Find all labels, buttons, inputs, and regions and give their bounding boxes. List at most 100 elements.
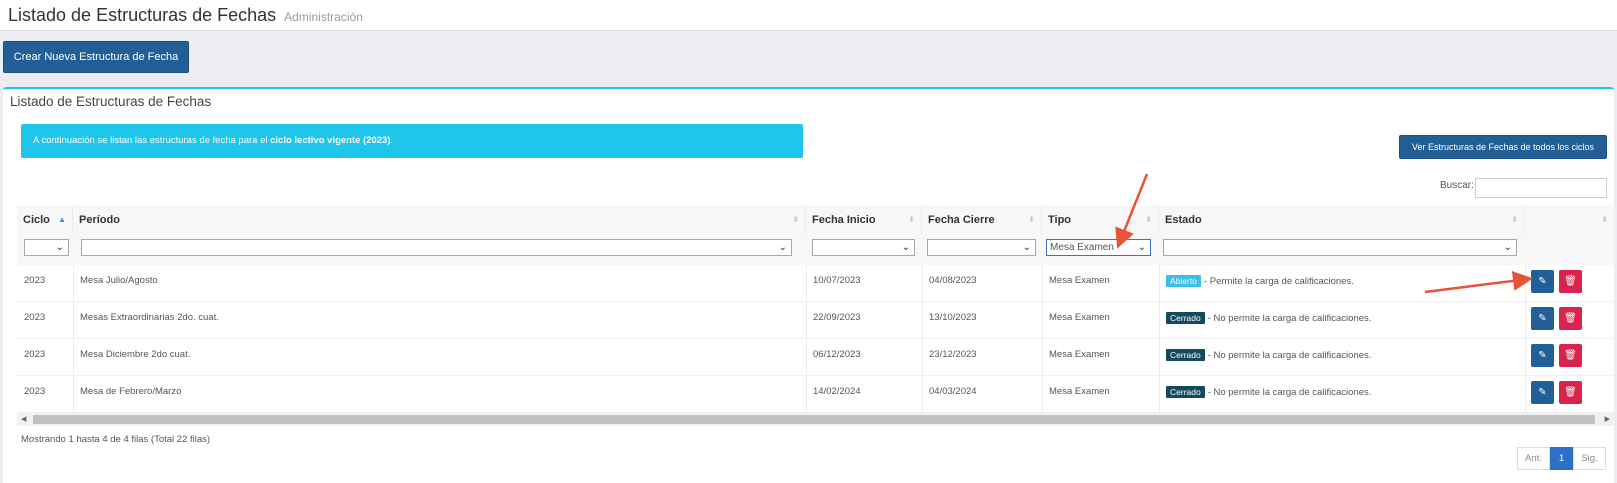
filter-fecha-cierre-select[interactable]: ⌄ (927, 239, 1036, 256)
edit-button[interactable]: ✎ (1531, 307, 1554, 330)
search-input[interactable] (1475, 178, 1607, 198)
sort-icon: ⬍ (1511, 215, 1518, 224)
chevron-down-icon: ⌄ (55, 242, 64, 253)
filter-fecha-inicio-select[interactable]: ⌄ (812, 239, 915, 256)
page-title-text: Listado de Estructuras de Fechas (8, 5, 277, 25)
delete-button[interactable]: 🗑 (1559, 307, 1582, 330)
edit-button[interactable]: ✎ (1531, 270, 1554, 293)
column-divider (73, 339, 74, 375)
cell-tipo: Mesa Examen (1049, 312, 1110, 323)
column-divider (1525, 265, 1526, 301)
column-divider (73, 265, 74, 301)
cell-ciclo: 2023 (24, 386, 46, 397)
column-header-fecha-inicio[interactable]: Fecha Inicio ⬍ (806, 205, 922, 235)
column-header-actions[interactable]: ⬍ (1525, 205, 1614, 235)
status-text: - No permite la carga de calificaciones. (1207, 387, 1372, 398)
table-row: 2023 Mesas Extraordinarias 2do. cuat. 22… (17, 302, 1614, 339)
search-label: Buscar: (1440, 180, 1474, 191)
column-divider (1042, 265, 1043, 301)
column-divider (806, 339, 807, 375)
sort-icon: ⬍ (1028, 215, 1035, 224)
column-header-periodo[interactable]: Período ⬍ (73, 205, 806, 235)
column-header-label: Tipo (1048, 214, 1072, 226)
status-badge: Cerrado (1166, 312, 1205, 324)
edit-icon: ✎ (1538, 313, 1547, 324)
column-header-fecha-cierre[interactable]: Fecha Cierre ⬍ (922, 205, 1042, 235)
cell-periodo: Mesa de Febrero/Marzo (80, 386, 182, 397)
table-row: 2023 Mesa Julio/Agosto 10/07/2023 04/08/… (17, 265, 1614, 302)
table-info: Mostrando 1 hasta 4 de 4 filas (Total 22… (21, 434, 211, 445)
table-row: 2023 Mesa Diciembre 2do cuat. 06/12/2023… (17, 339, 1614, 376)
delete-button[interactable]: 🗑 (1559, 381, 1582, 404)
list-panel: Listado de Estructuras de Fechas A conti… (3, 87, 1614, 483)
cell-fecha-cierre: 13/10/2023 (929, 312, 977, 323)
cell-estado: Cerrado - No permite la carga de califica… (1166, 386, 1371, 398)
column-header-label: Ciclo (23, 214, 50, 226)
cell-ciclo: 2023 (24, 349, 46, 360)
filter-periodo-select[interactable]: ⌄ (81, 239, 792, 256)
alert-suffix: . (390, 135, 394, 146)
cell-estado: Cerrado - No permite la carga de califica… (1166, 312, 1371, 324)
edit-icon: ✎ (1538, 387, 1547, 398)
column-divider (1525, 302, 1526, 338)
column-divider (73, 302, 74, 338)
status-badge: Abierto (1166, 275, 1201, 287)
delete-button[interactable]: 🗑 (1559, 270, 1582, 293)
view-all-cycles-button[interactable]: Ver Estructuras de Fechas de todos los c… (1399, 135, 1607, 159)
column-divider (1525, 339, 1526, 375)
sort-icon: ⬍ (1601, 215, 1608, 224)
column-header-ciclo[interactable]: Ciclo ▲ (17, 205, 73, 235)
cell-fecha-inicio: 10/07/2023 (813, 275, 861, 286)
delete-button[interactable]: 🗑 (1559, 344, 1582, 367)
scroll-right-icon[interactable]: ▶ (1605, 413, 1610, 426)
cell-fecha-inicio: 06/12/2023 (813, 349, 861, 360)
filter-value: Mesa Examen (1050, 242, 1114, 253)
edit-button[interactable]: ✎ (1531, 344, 1554, 367)
column-divider (806, 265, 807, 301)
column-divider (1042, 302, 1043, 338)
cell-ciclo: 2023 (24, 312, 46, 323)
chevron-down-icon: ⌄ (1503, 242, 1512, 253)
status-text: - No permite la carga de calificaciones. (1207, 313, 1372, 324)
filter-ciclo-select[interactable]: ⌄ (24, 239, 69, 256)
panel-title: Listado de Estructuras de Fechas (10, 94, 212, 109)
cell-fecha-cierre: 04/03/2024 (929, 386, 977, 397)
cell-estado: Abierto - Permite la carga de calificacio… (1166, 275, 1354, 287)
edit-button[interactable]: ✎ (1531, 381, 1554, 404)
cell-periodo: Mesa Julio/Agosto (80, 275, 158, 286)
alert-bold: ciclo lectivo vigente (2023) (270, 135, 391, 146)
scroll-left-icon[interactable]: ◀ (21, 413, 26, 426)
column-divider (1159, 339, 1160, 375)
scrollbar-thumb[interactable] (33, 415, 1595, 424)
column-header-tipo[interactable]: Tipo ⬍ (1042, 205, 1159, 235)
create-date-structure-button[interactable]: Crear Nueva Estructura de Fecha (3, 41, 189, 73)
cell-fecha-cierre: 04/08/2023 (929, 275, 977, 286)
cell-estado: Cerrado - No permite la carga de califica… (1166, 349, 1371, 361)
filter-tipo-select[interactable]: Mesa Examen ⌄ (1046, 239, 1151, 256)
column-divider (1042, 339, 1043, 375)
alert-prefix: A continuación se listan las estructuras… (33, 135, 271, 146)
column-divider (922, 265, 923, 301)
column-header-estado[interactable]: Estado ⬍ (1159, 205, 1525, 235)
status-badge: Cerrado (1166, 386, 1205, 398)
cell-periodo: Mesas Extraordinarias 2do. cuat. (80, 312, 219, 323)
chevron-down-icon: ⌄ (1022, 242, 1031, 253)
status-badge: Cerrado (1166, 349, 1205, 361)
edit-icon: ✎ (1538, 276, 1547, 287)
pagination-next[interactable]: Sig. (1573, 447, 1606, 470)
filter-estado-select[interactable]: ⌄ (1163, 239, 1517, 256)
horizontal-scrollbar[interactable]: ◀ ▶ (17, 413, 1614, 426)
page-header: Listado de Estructuras de Fechas Adminis… (0, 0, 1617, 31)
cell-tipo: Mesa Examen (1049, 386, 1110, 397)
pagination-page-1[interactable]: 1 (1550, 447, 1573, 470)
status-text: - No permite la carga de calificaciones. (1207, 350, 1372, 361)
cell-fecha-cierre: 23/12/2023 (929, 349, 977, 360)
page-subtitle: Administración (284, 10, 363, 24)
pagination-prev[interactable]: Ant. (1517, 447, 1550, 470)
trash-icon: 🗑 (1564, 350, 1577, 361)
column-divider (1525, 376, 1526, 412)
info-alert: A continuación se listan las estructuras… (21, 124, 803, 158)
column-divider (1159, 265, 1160, 301)
column-divider (922, 376, 923, 412)
column-divider (806, 302, 807, 338)
